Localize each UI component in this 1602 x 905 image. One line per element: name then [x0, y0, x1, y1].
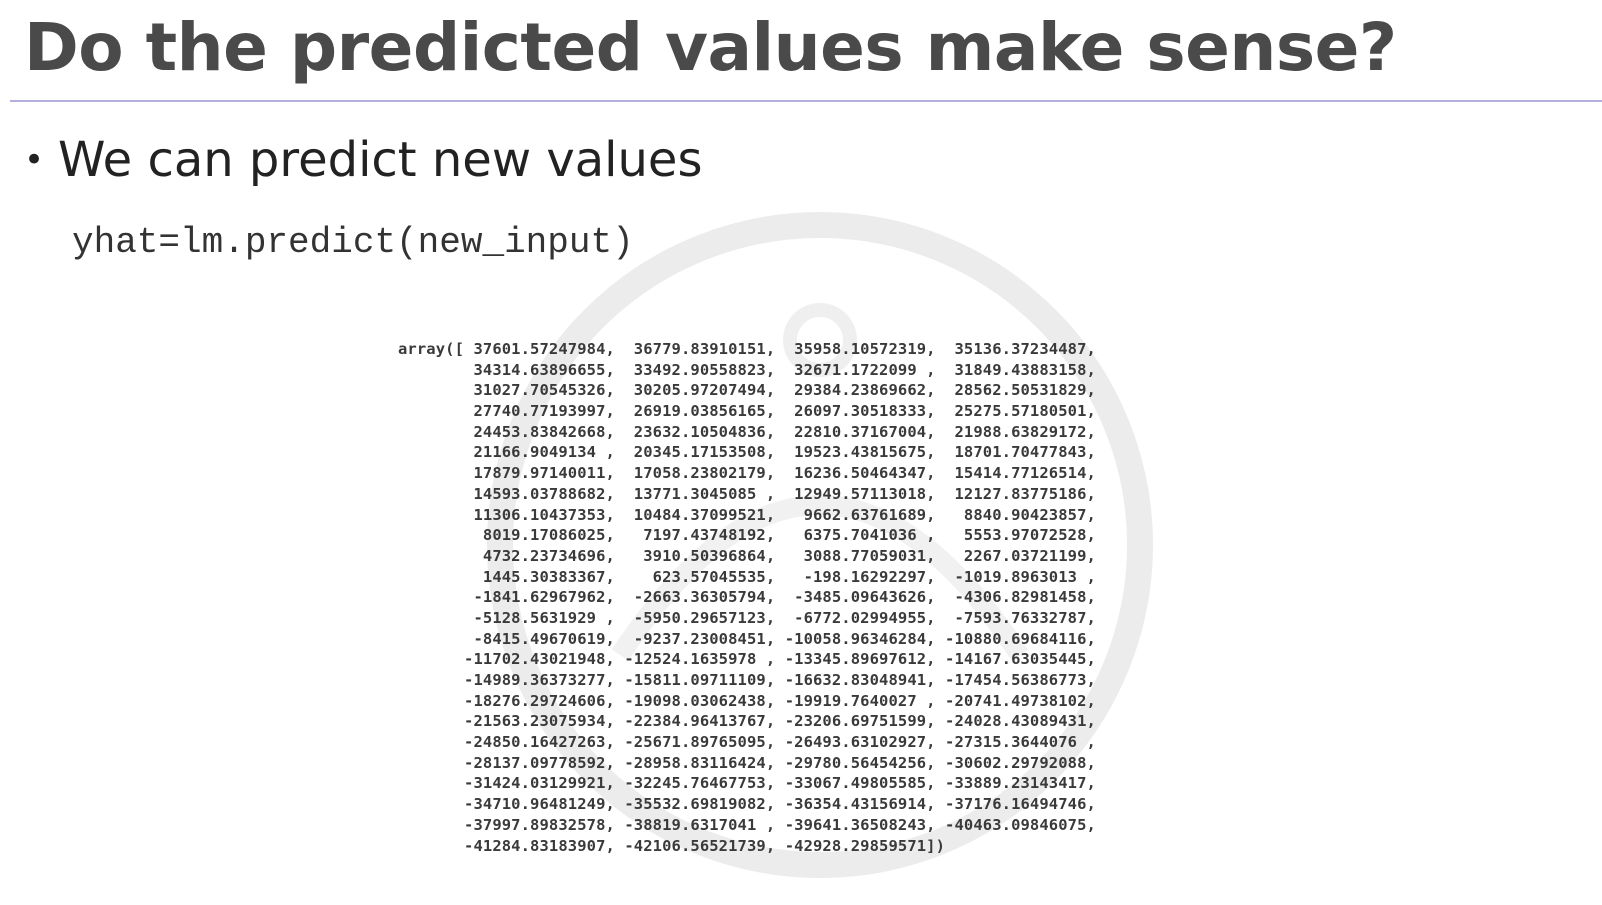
array-output-line: -41284.83183907, -42106.56521739, -42928… — [398, 836, 946, 855]
array-output-line: 17879.97140011, 17058.23802179, 16236.50… — [398, 464, 1096, 483]
array-output-line: -31424.03129921, -32245.76467753, -33067… — [398, 774, 1096, 793]
slide-title: Do the predicted values make sense? — [24, 9, 1397, 86]
title-divider — [10, 100, 1602, 102]
array-output-line: 34314.63896655, 33492.90558823, 32671.17… — [398, 360, 1096, 379]
array-output-line: -28137.09778592, -28958.83116424, -29780… — [398, 753, 1096, 772]
bullet-item: • We can predict new values — [24, 132, 702, 188]
array-output-line: 11306.10437353, 10484.37099521, 9662.637… — [398, 505, 1096, 524]
array-output-line: array([ 37601.57247984, 36779.83910151, … — [398, 340, 1096, 358]
array-output-line: -21563.23075934, -22384.96413767, -23206… — [398, 712, 1096, 731]
array-output-line: -1841.62967962, -2663.36305794, -3485.09… — [398, 588, 1096, 607]
array-output-line: 21166.9049134 , 20345.17153508, 19523.43… — [398, 443, 1096, 462]
array-output-line: -8415.49670619, -9237.23008451, -10058.9… — [398, 629, 1096, 648]
array-output: array([ 37601.57247984, 36779.83910151, … — [398, 339, 1096, 856]
array-output-line: 8019.17086025, 7197.43748192, 6375.70410… — [398, 526, 1096, 545]
array-output-line: 4732.23734696, 3910.50396864, 3088.77059… — [398, 546, 1096, 565]
array-output-line: 14593.03788682, 13771.3045085 , 12949.57… — [398, 484, 1096, 503]
array-output-line: 1445.30383367, 623.57045535, -198.162922… — [398, 567, 1096, 586]
array-output-line: -24850.16427263, -25671.89765095, -26493… — [398, 733, 1096, 752]
array-output-line: -18276.29724606, -19098.03062438, -19919… — [398, 691, 1096, 710]
array-output-line: -34710.96481249, -35532.69819082, -36354… — [398, 795, 1096, 814]
array-output-line: -14989.36373277, -15811.09711109, -16632… — [398, 671, 1096, 689]
bullet-icon: • — [24, 140, 45, 180]
array-output-line: -5128.5631929 , -5950.29657123, -6772.02… — [398, 608, 1096, 627]
bullet-text: We can predict new values — [58, 132, 703, 188]
array-output-line: -37997.89832578, -38819.6317041 , -39641… — [398, 815, 1096, 834]
array-output-line: 24453.83842668, 23632.10504836, 22810.37… — [398, 422, 1096, 441]
array-output-line: 31027.70545326, 30205.97207494, 29384.23… — [398, 381, 1096, 400]
array-output-line: -11702.43021948, -12524.1635978 , -13345… — [398, 650, 1096, 669]
array-output-line: 27740.77193997, 26919.03856165, 26097.30… — [398, 402, 1096, 421]
code-snippet: yhat=lm.predict(new_input) — [72, 222, 634, 263]
